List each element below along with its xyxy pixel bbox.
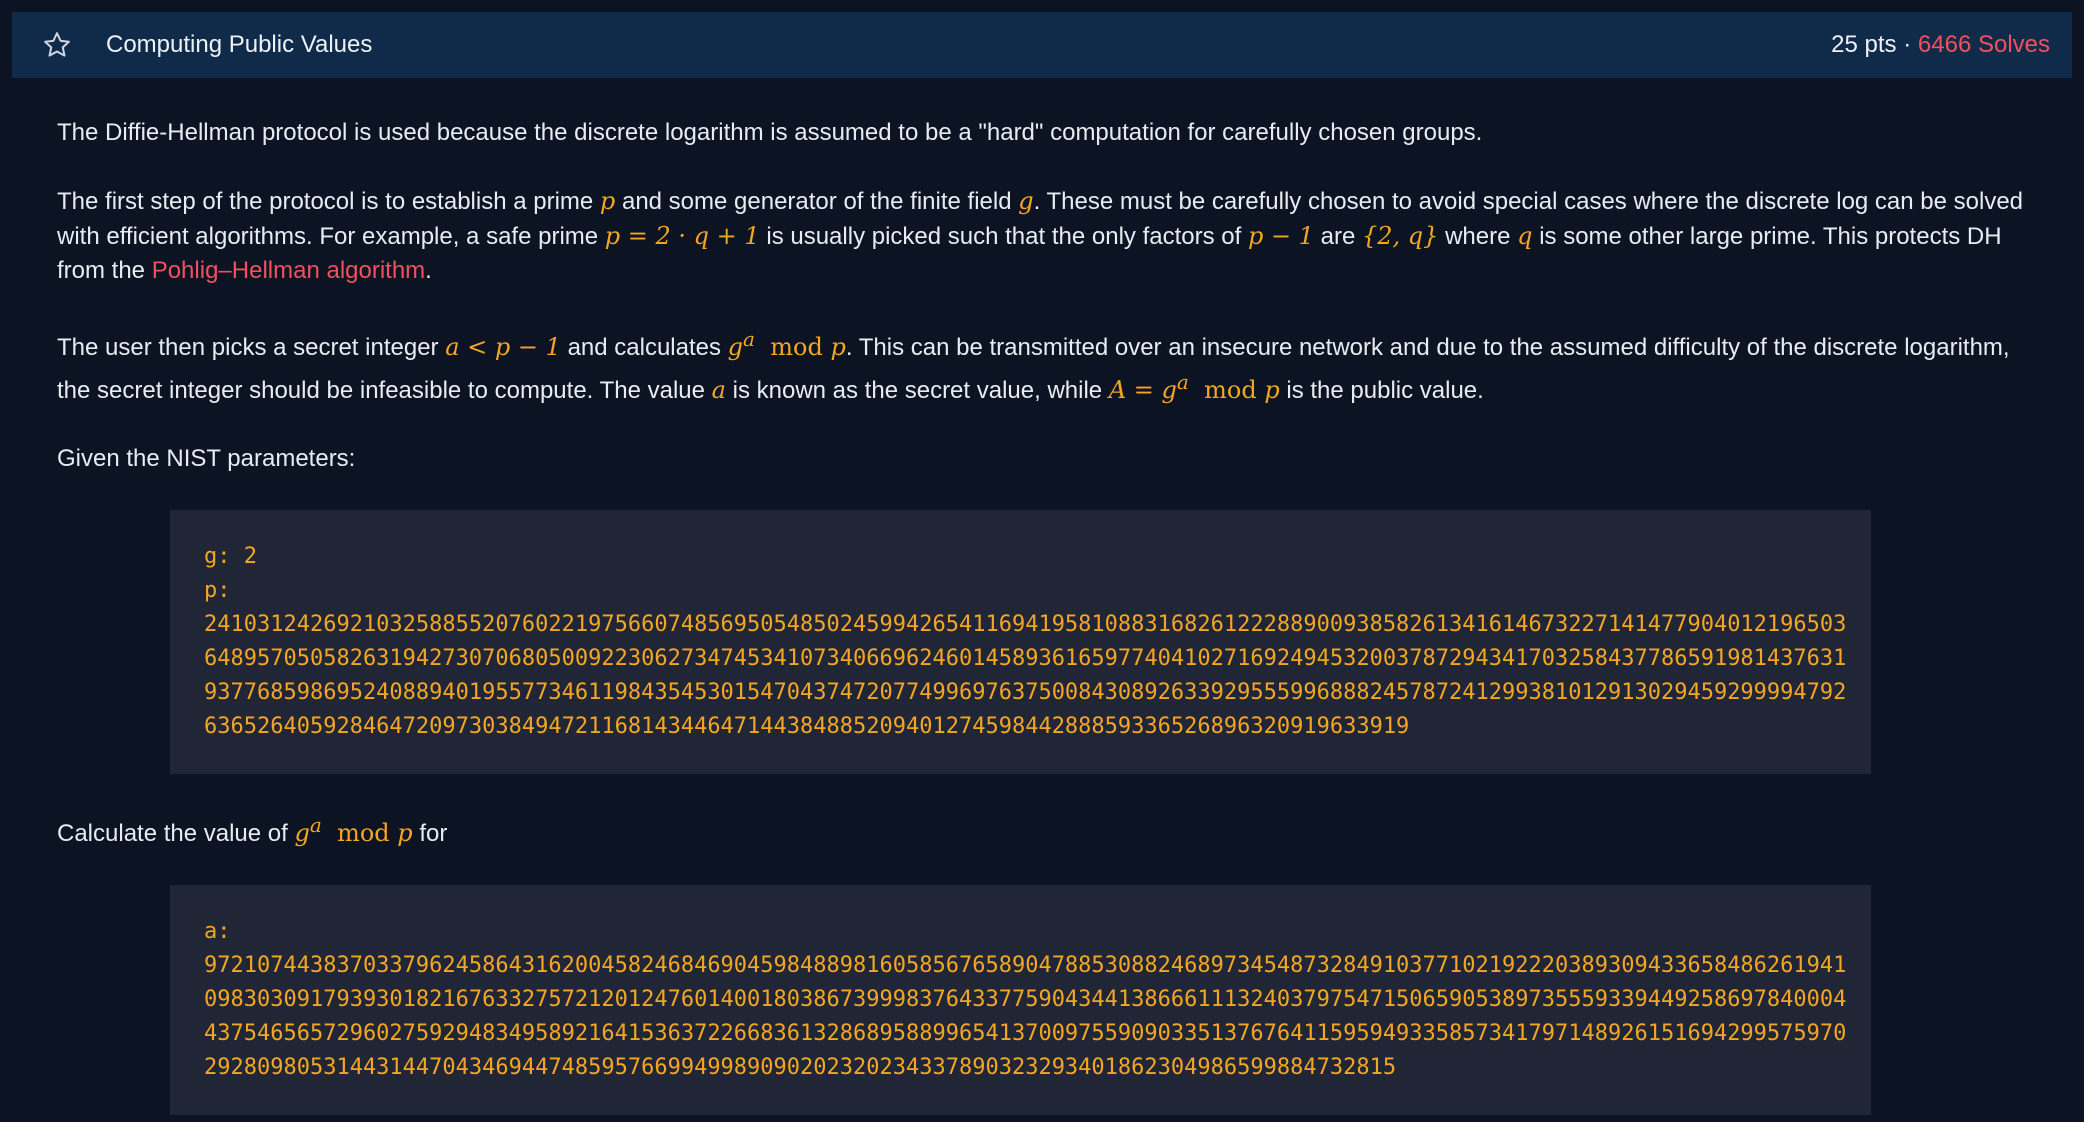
text-segment: and some generator of the finite field (621, 188, 1012, 215)
challenge-description: The Diffie-Hellman protocol is used beca… (12, 78, 2072, 1115)
text-segment: and calculates (567, 334, 721, 361)
code-line-a-value: 9721074438370337962458643162004582468469… (204, 953, 1847, 978)
code-line-p-value: 2410312426921032588552076022197566074856… (204, 612, 1847, 637)
paragraph-secret-integer: The user then picks a secret integer a <… (57, 322, 2027, 408)
paragraph-given-parameters: Given the NIST parameters: (57, 445, 356, 472)
text-segment: are (1320, 223, 1356, 250)
paragraph-calculate: Calculate the value of ga mod p for (57, 808, 2027, 851)
math-factor-set: {2, q} (1361, 222, 1439, 250)
math-a-less-than: a < p − 1 (445, 333, 561, 361)
text-segment: Calculate the value of (57, 820, 288, 847)
paragraph-prime-choice: The first step of the protocol is to est… (57, 184, 2027, 288)
secret-a-code-block[interactable]: a: 9721074438370337962458643162004582468… (170, 885, 1871, 1115)
math-g-pow-a-mod-p: ga mod p (294, 813, 413, 847)
nist-parameters-code-block[interactable]: g: 2 p: 24103124269210325885520760221975… (170, 510, 1871, 774)
code-line-p-value: 6365264059284647209730384947211681434464… (204, 714, 1410, 739)
challenge-meta: 25 pts · 6466 Solves (1831, 31, 2050, 59)
math-q: q (1517, 222, 1533, 250)
text-segment: is the public value. (1286, 377, 1484, 404)
math-a: a (711, 376, 726, 404)
paragraph-intro: The Diffie-Hellman protocol is used beca… (57, 119, 1483, 146)
text-segment: for (419, 820, 448, 847)
text-segment: . (425, 257, 432, 284)
solves-link[interactable]: 6466 Solves (1918, 31, 2050, 58)
code-line-g: g: 2 (204, 544, 257, 569)
code-line-a-value: 2928098053144314470434694474859576699499… (204, 1055, 1397, 1080)
text-segment: where (1445, 223, 1511, 250)
text-segment: is usually picked such that the only fac… (766, 223, 1242, 250)
math-p-minus-1: p − 1 (1247, 222, 1314, 250)
challenge-title: Computing Public Values (106, 31, 373, 58)
star-icon[interactable] (40, 28, 74, 62)
code-line-a-value: 4375465657296027592948349589216415363722… (204, 1021, 1847, 1046)
points-label: 25 pts (1831, 31, 1897, 58)
challenge-header: Computing Public Values 25 pts · 6466 So… (12, 12, 2072, 78)
text-segment: The user then picks a secret integer (57, 334, 439, 361)
math-g-pow-a-mod-p: ga mod p (727, 327, 846, 361)
pohlig-hellman-link[interactable]: Pohlig–Hellman algorithm (152, 257, 425, 284)
code-line-p-label: p: (204, 578, 231, 603)
math-safe-prime: p = 2 · q + 1 (604, 222, 760, 250)
code-line-a-label: a: (204, 919, 231, 944)
meta-separator: · (1903, 31, 1912, 58)
code-line-p-value: 9377685986952408894019557734611984354530… (204, 680, 1847, 705)
code-line-a-value: 0983030917939301821676332757212012476014… (204, 987, 1847, 1012)
math-p: p (599, 187, 616, 215)
math-public-value-eq: A = ga mod p (1108, 370, 1280, 404)
math-g: g (1018, 187, 1034, 215)
challenge-page: Computing Public Values 25 pts · 6466 So… (0, 0, 2084, 1122)
code-line-p-value: 6489570505826319427307068050092230627347… (204, 646, 1847, 671)
text-segment: is known as the secret value, while (732, 377, 1103, 404)
text-segment: The first step of the protocol is to est… (57, 188, 594, 215)
